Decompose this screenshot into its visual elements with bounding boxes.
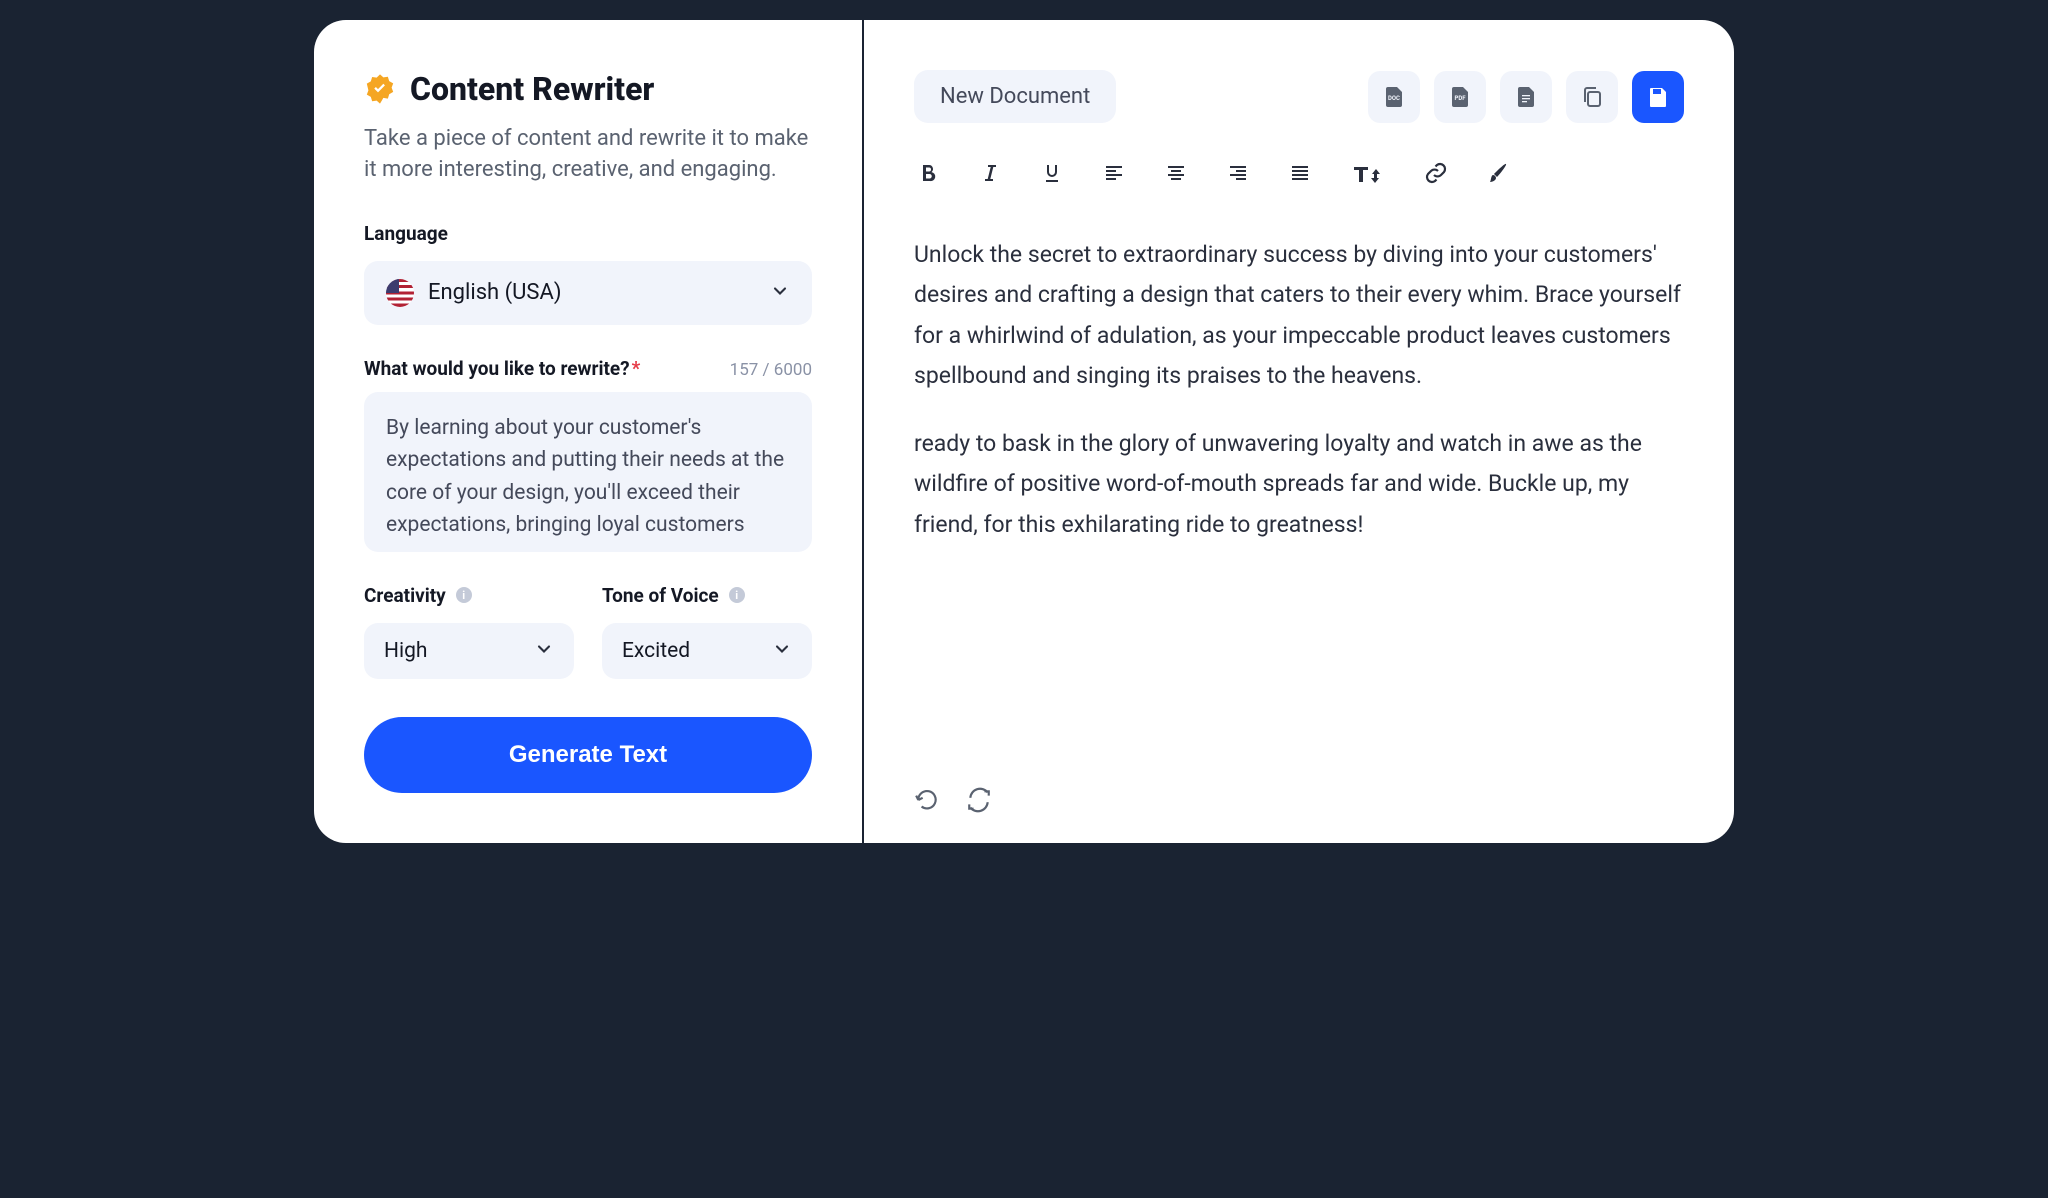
title-row: Content Rewriter <box>364 70 812 108</box>
editor-toolbar <box>914 159 1684 187</box>
save-button[interactable] <box>1632 71 1684 123</box>
align-left-button[interactable] <box>1100 159 1128 187</box>
chevron-down-icon <box>534 639 554 663</box>
document-title-chip[interactable]: New Document <box>914 70 1116 123</box>
language-value: English (USA) <box>428 280 562 305</box>
align-justify-button[interactable] <box>1286 159 1314 187</box>
app-container: Content Rewriter Take a piece of content… <box>314 20 1734 843</box>
chevron-down-icon <box>772 639 792 663</box>
verified-badge-icon <box>364 73 396 105</box>
flag-us-icon <box>386 279 414 307</box>
regenerate-button[interactable] <box>966 787 992 813</box>
tone-select[interactable]: Excited <box>602 623 812 679</box>
editor-panel: New Document DOC PDF <box>864 20 1734 843</box>
export-txt-button[interactable] <box>1500 71 1552 123</box>
tone-label: Tone of Voice <box>602 584 719 607</box>
char-counter: 157 / 6000 <box>730 360 812 380</box>
svg-text:PDF: PDF <box>1454 95 1466 102</box>
info-icon[interactable]: i <box>456 587 472 603</box>
bold-button[interactable] <box>914 159 942 187</box>
undo-button[interactable] <box>914 787 940 813</box>
language-label: Language <box>364 222 812 245</box>
page-title: Content Rewriter <box>410 70 654 108</box>
config-panel: Content Rewriter Take a piece of content… <box>314 20 864 843</box>
page-subtitle: Take a piece of content and rewrite it t… <box>364 124 812 186</box>
creativity-value: High <box>384 639 427 663</box>
text-size-button[interactable] <box>1348 159 1388 187</box>
link-button[interactable] <box>1422 159 1450 187</box>
copy-button[interactable] <box>1566 71 1618 123</box>
language-select[interactable]: English (USA) <box>364 261 812 325</box>
info-icon[interactable]: i <box>729 587 745 603</box>
content-paragraph: ready to bask in the glory of unwavering… <box>914 424 1684 545</box>
rewrite-input-label: What would you like to rewrite?* <box>364 357 640 380</box>
chevron-down-icon <box>770 281 790 305</box>
align-right-button[interactable] <box>1224 159 1252 187</box>
creativity-select[interactable]: High <box>364 623 574 679</box>
align-center-button[interactable] <box>1162 159 1190 187</box>
svg-text:DOC: DOC <box>1388 95 1400 102</box>
editor-content[interactable]: Unlock the secret to extraordinary succe… <box>914 235 1684 767</box>
content-paragraph: Unlock the secret to extraordinary succe… <box>914 235 1684 396</box>
underline-button[interactable] <box>1038 159 1066 187</box>
brush-button[interactable] <box>1484 159 1512 187</box>
tone-value: Excited <box>622 639 690 663</box>
export-pdf-button[interactable]: PDF <box>1434 71 1486 123</box>
export-doc-button[interactable]: DOC <box>1368 71 1420 123</box>
rewrite-input[interactable] <box>364 392 812 552</box>
italic-button[interactable] <box>976 159 1004 187</box>
creativity-label: Creativity <box>364 584 446 607</box>
generate-button[interactable]: Generate Text <box>364 717 812 793</box>
